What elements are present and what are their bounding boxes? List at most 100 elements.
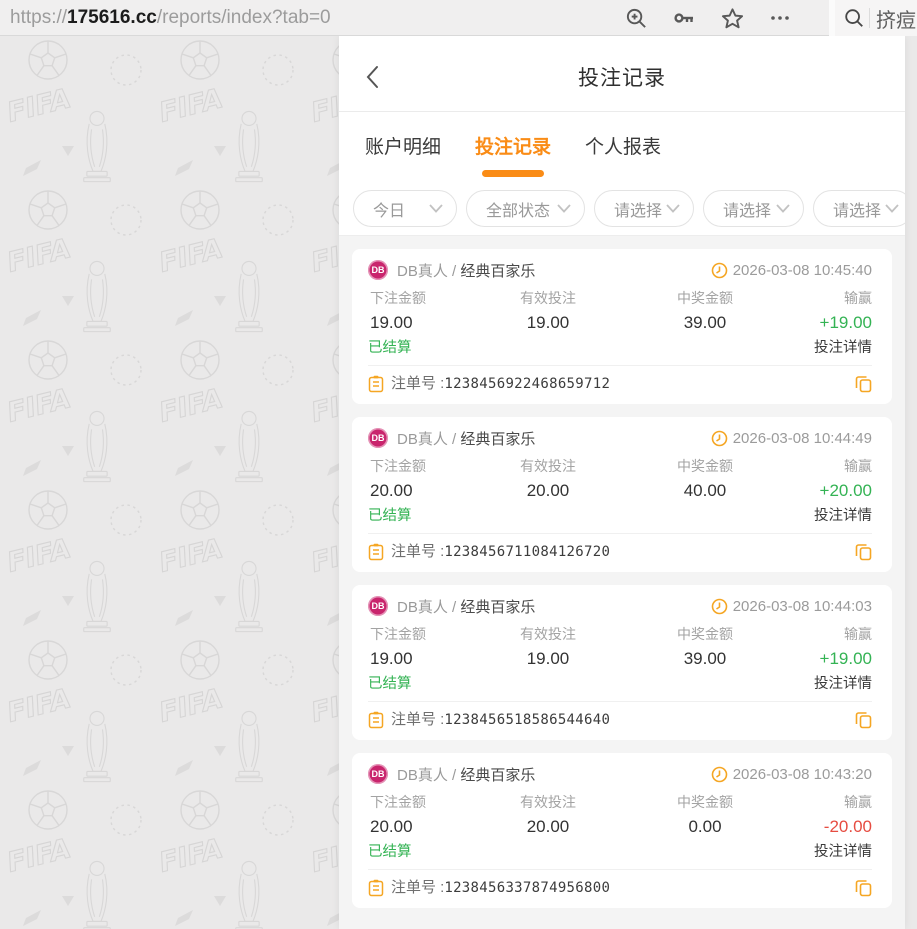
tab-account-detail[interactable]: 账户明细 xyxy=(365,132,441,163)
order-note-icon xyxy=(368,879,384,897)
game-name: 经典百家乐 xyxy=(460,767,535,784)
clock-icon xyxy=(711,598,728,615)
bet-record-card: DB DB真人 / 经典百家乐 2026-03-08 10:45:40 下注金额… xyxy=(352,249,892,404)
filter-label: 今日 xyxy=(373,197,405,221)
browser-search-widget[interactable]: 挤痘 xyxy=(829,0,917,36)
col-label-bet: 下注金额 xyxy=(368,794,478,811)
col-label-valid: 有效投注 xyxy=(478,626,618,643)
chevron-down-icon xyxy=(776,204,790,213)
valid-amount: 19.00 xyxy=(478,649,618,669)
password-key-icon[interactable] xyxy=(672,6,696,30)
copy-order-button[interactable] xyxy=(855,375,872,393)
bet-detail-link[interactable]: 投注详情 xyxy=(814,843,872,861)
provider-badge: DB xyxy=(368,596,388,616)
order-label: 注单号 : xyxy=(391,374,444,394)
provider-badge: DB xyxy=(368,764,388,784)
provider-badge: DB xyxy=(368,428,388,448)
col-label-bet: 下注金额 xyxy=(368,290,478,307)
result-amount: +19.00 xyxy=(792,313,872,333)
filter-label: 请选择 xyxy=(723,197,771,221)
search-icon xyxy=(843,7,865,29)
valid-amount: 20.00 xyxy=(478,481,618,501)
status-badge: 已结算 xyxy=(368,507,412,525)
provider-name: DB真人 / 经典百家乐 xyxy=(397,428,535,449)
clock-icon xyxy=(711,766,728,783)
col-label-result: 输赢 xyxy=(792,458,872,475)
valid-amount: 20.00 xyxy=(478,817,618,837)
bet-amount: 19.00 xyxy=(368,649,478,669)
filter-select-dropdown-2[interactable]: 请选择 xyxy=(703,190,804,227)
order-label: 注单号 : xyxy=(391,542,444,562)
col-label-valid: 有效投注 xyxy=(478,458,618,475)
win-amount: 39.00 xyxy=(618,313,792,333)
browser-toolbar-icons xyxy=(624,0,792,36)
provider-name: DB真人 / 经典百家乐 xyxy=(397,764,535,785)
url-scheme: https:// xyxy=(10,7,67,28)
chevron-down-icon xyxy=(666,204,680,213)
order-note-icon xyxy=(368,711,384,729)
status-badge: 已结算 xyxy=(368,843,412,861)
more-options-icon[interactable] xyxy=(768,6,792,30)
chevron-down-icon xyxy=(557,204,571,213)
copy-order-button[interactable] xyxy=(855,879,872,897)
order-number: 1238456518586544640 xyxy=(444,710,610,730)
filter-bar: 今日 全部状态 请选择 请选择 请选择 xyxy=(339,182,905,236)
col-label-bet: 下注金额 xyxy=(368,458,478,475)
bet-time: 2026-03-08 10:44:49 xyxy=(733,430,872,447)
tab-bet-records[interactable]: 投注记录 xyxy=(475,132,551,163)
order-note-icon xyxy=(368,375,384,393)
tab-personal-report[interactable]: 个人报表 xyxy=(585,132,661,163)
win-amount: 40.00 xyxy=(618,481,792,501)
order-label: 注单号 : xyxy=(391,710,444,730)
chevron-down-icon xyxy=(429,204,443,213)
url-domain: 175616.cc xyxy=(67,7,157,28)
bet-time: 2026-03-08 10:43:20 xyxy=(733,766,872,783)
app-header: 投注记录 xyxy=(339,36,905,112)
url-path: /reports/index?tab=0 xyxy=(157,7,331,28)
col-label-result: 输赢 xyxy=(792,794,872,811)
bet-detail-link[interactable]: 投注详情 xyxy=(814,339,872,357)
search-hint-text: 挤痘 xyxy=(876,4,916,33)
bet-time: 2026-03-08 10:45:40 xyxy=(733,262,872,279)
filter-date-dropdown[interactable]: 今日 xyxy=(353,190,457,227)
status-badge: 已结算 xyxy=(368,675,412,693)
col-label-valid: 有效投注 xyxy=(478,794,618,811)
order-number: 1238456337874956800 xyxy=(444,878,610,898)
col-label-result: 输赢 xyxy=(792,626,872,643)
provider-name: DB真人 / 经典百家乐 xyxy=(397,596,535,617)
game-name: 经典百家乐 xyxy=(460,431,535,448)
status-badge: 已结算 xyxy=(368,339,412,357)
order-number: 1238456711084126720 xyxy=(444,542,610,562)
bet-detail-link[interactable]: 投注详情 xyxy=(814,675,872,693)
col-label-win: 中奖金额 xyxy=(618,290,792,307)
bet-detail-link[interactable]: 投注详情 xyxy=(814,507,872,525)
bet-amount: 20.00 xyxy=(368,481,478,501)
order-label: 注单号 : xyxy=(391,878,444,898)
col-label-valid: 有效投注 xyxy=(478,290,618,307)
copy-order-button[interactable] xyxy=(855,711,872,729)
col-label-win: 中奖金额 xyxy=(618,794,792,811)
filter-select-dropdown-3[interactable]: 请选择 xyxy=(813,190,905,227)
game-name: 经典百家乐 xyxy=(460,599,535,616)
game-name: 经典百家乐 xyxy=(460,263,535,280)
browser-address-bar: https://175616.cc/reports/index?tab=0 xyxy=(0,0,917,36)
bet-record-card: DB DB真人 / 经典百家乐 2026-03-08 10:44:49 下注金额… xyxy=(352,417,892,572)
bet-record-card: DB DB真人 / 经典百家乐 2026-03-08 10:43:20 下注金额… xyxy=(352,753,892,908)
col-label-win: 中奖金额 xyxy=(618,458,792,475)
zoom-in-icon[interactable] xyxy=(624,6,648,30)
provider-name: DB真人 / 经典百家乐 xyxy=(397,260,535,281)
back-button[interactable] xyxy=(365,64,391,90)
copy-icon xyxy=(855,879,872,897)
filter-status-dropdown[interactable]: 全部状态 xyxy=(466,190,585,227)
tab-bar: 账户明细 投注记录 个人报表 xyxy=(339,112,905,182)
filter-select-dropdown-1[interactable]: 请选择 xyxy=(594,190,694,227)
copy-icon xyxy=(855,375,872,393)
bookmark-star-icon[interactable] xyxy=(720,6,744,30)
copy-order-button[interactable] xyxy=(855,543,872,561)
search-divider xyxy=(869,8,870,28)
chevron-down-icon xyxy=(885,204,899,213)
bet-time: 2026-03-08 10:44:03 xyxy=(733,598,872,615)
bet-record-card: DB DB真人 / 经典百家乐 2026-03-08 10:44:03 下注金额… xyxy=(352,585,892,740)
address-bar-url[interactable]: https://175616.cc/reports/index?tab=0 xyxy=(10,7,331,29)
page-title: 投注记录 xyxy=(339,62,905,92)
